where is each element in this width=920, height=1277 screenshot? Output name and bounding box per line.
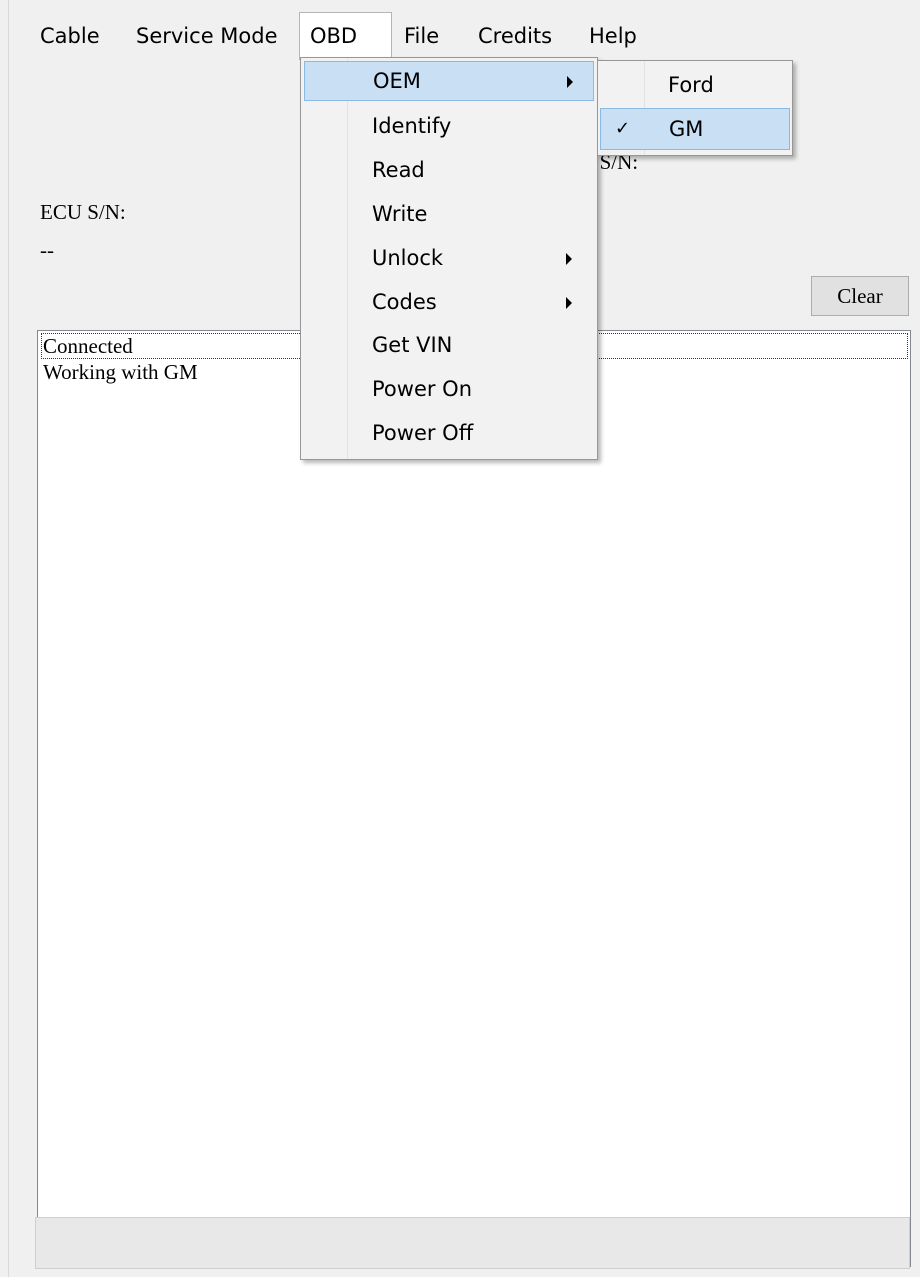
checkmark-icon: ✓ bbox=[615, 118, 631, 139]
submenu-item-gm[interactable]: ✓ GM bbox=[600, 108, 790, 150]
menu-item-label: Unlock bbox=[372, 246, 444, 270]
menu-service-mode[interactable]: Service Mode bbox=[126, 12, 288, 60]
ecu-sn-label: ECU S/N: bbox=[40, 200, 126, 224]
menu-item-label: Read bbox=[372, 158, 425, 182]
menubar: Cable Service Mode OBD File Credits Help bbox=[8, 12, 920, 60]
clear-button[interactable]: Clear bbox=[811, 276, 909, 316]
menu-item-label: Codes bbox=[372, 290, 437, 314]
menu-item-identify[interactable]: Identify bbox=[304, 106, 594, 146]
menu-item-power-on[interactable]: Power On bbox=[304, 369, 594, 409]
menu-help[interactable]: Help bbox=[579, 12, 647, 60]
submenu-item-label: GM bbox=[669, 117, 704, 141]
menu-cable[interactable]: Cable bbox=[30, 12, 110, 60]
menu-item-read[interactable]: Read bbox=[304, 150, 594, 190]
submenu-arrow-icon bbox=[567, 76, 573, 88]
obd-dropdown-menu: OEM Identify Read Write Unlock Codes Get… bbox=[300, 57, 598, 460]
submenu-arrow-icon bbox=[566, 253, 572, 265]
submenu-item-label: Ford bbox=[668, 73, 714, 97]
window-left-border bbox=[0, 0, 9, 1277]
menu-item-label: Power On bbox=[372, 377, 473, 401]
menu-credits[interactable]: Credits bbox=[468, 12, 562, 60]
ecu-sn-value: -- bbox=[40, 238, 54, 262]
menu-item-unlock[interactable]: Unlock bbox=[304, 238, 594, 278]
menu-item-label: Write bbox=[372, 202, 428, 226]
menu-obd[interactable]: OBD bbox=[299, 12, 392, 60]
menu-file[interactable]: File bbox=[394, 12, 449, 60]
menu-item-oem[interactable]: OEM bbox=[304, 61, 594, 101]
oem-submenu: Ford ✓ GM bbox=[597, 60, 793, 156]
submenu-arrow-icon bbox=[566, 297, 572, 309]
menu-item-label: OEM bbox=[373, 69, 421, 93]
menu-item-label: Power Off bbox=[372, 421, 474, 445]
menu-item-label: Get VIN bbox=[372, 333, 453, 357]
menu-item-write[interactable]: Write bbox=[304, 194, 594, 234]
log-listbox[interactable]: Connected Working with GM bbox=[37, 330, 911, 1267]
menu-item-codes[interactable]: Codes bbox=[304, 282, 594, 322]
menu-item-label: Identify bbox=[372, 114, 452, 138]
menu-item-get-vin[interactable]: Get VIN bbox=[304, 325, 594, 365]
menu-item-power-off[interactable]: Power Off bbox=[304, 413, 594, 453]
status-bar bbox=[35, 1217, 910, 1269]
submenu-item-ford[interactable]: Ford bbox=[600, 64, 790, 106]
